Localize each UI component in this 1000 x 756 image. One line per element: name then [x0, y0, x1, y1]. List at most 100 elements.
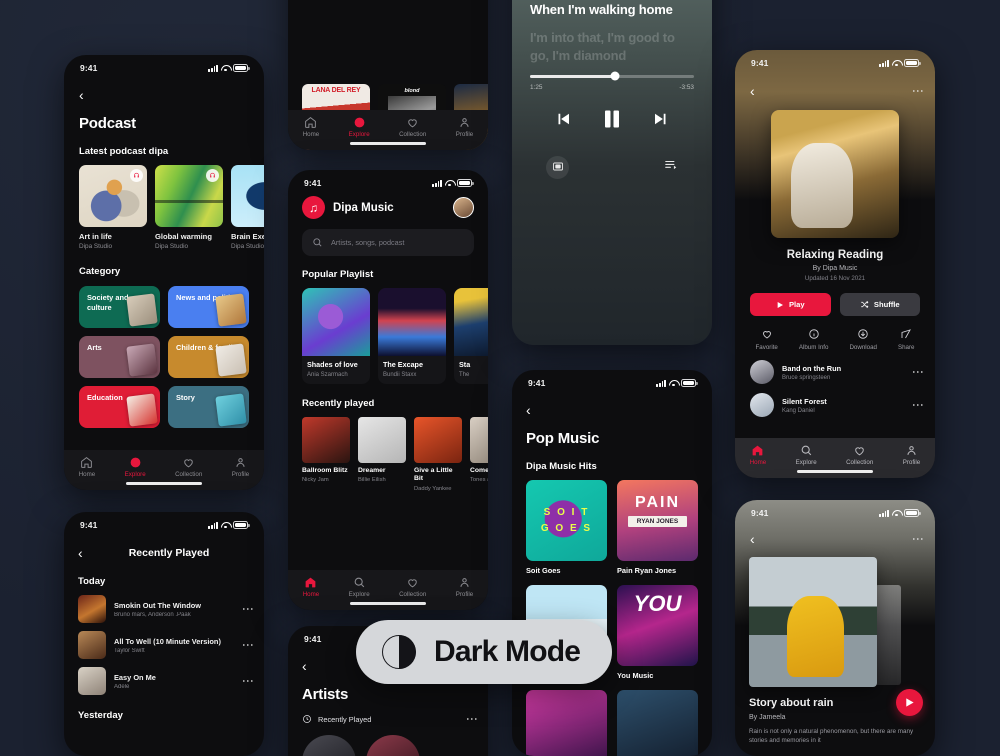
podcast-card[interactable]: Global warming Dipa Studio — [155, 165, 223, 250]
action-favorite[interactable]: Favorite — [756, 328, 778, 351]
avatar[interactable] — [453, 197, 474, 218]
more-options-icon[interactable]: ⋮ — [911, 533, 925, 545]
search-input[interactable]: Artists, songs, podcast — [302, 229, 474, 256]
more-options-icon[interactable]: ⋮ — [465, 713, 479, 725]
tab-explore[interactable]: Explore — [349, 116, 370, 138]
wifi-icon — [892, 60, 901, 67]
category-label: Arts — [87, 343, 102, 353]
tab-explore[interactable]: Explore — [125, 456, 146, 478]
recent-name: Dreamer — [358, 466, 386, 474]
queue-button[interactable] — [664, 158, 678, 177]
recent-artwork — [302, 416, 350, 463]
category-education[interactable]: Education — [79, 386, 160, 429]
pop-card[interactable]: Pain Ryan Jones — [617, 480, 698, 575]
wifi-icon — [669, 380, 678, 387]
wifi-icon — [892, 510, 901, 517]
pop-card[interactable]: You Music — [617, 585, 698, 680]
tab-explore[interactable]: Explore — [796, 444, 817, 466]
playlist-card[interactable]: Sta The — [454, 288, 488, 384]
podcast-studio: Dipa Studio — [231, 243, 264, 251]
tab-label: Collection — [175, 471, 203, 478]
tab-label: Profile — [231, 471, 250, 478]
category-story[interactable]: Story — [168, 386, 249, 429]
artist-avatar[interactable] — [302, 735, 356, 756]
more-options-icon[interactable]: ⋮ — [241, 639, 255, 651]
song-row[interactable]: Silent Forest Kang Daniel ⋮ — [750, 393, 925, 417]
category-society-and-culture[interactable]: Society and culture — [79, 286, 160, 329]
back-button[interactable]: ‹ — [526, 402, 531, 418]
recently-played-filter[interactable]: Recently Played ⋮ — [302, 713, 479, 725]
playlist-name: The Excape — [383, 360, 423, 369]
tab-collection[interactable]: Collection — [846, 444, 873, 466]
recent-card[interactable]: Dreamer Billie Eilish — [358, 416, 406, 492]
album-updated: Updated 16 Nov 2021 — [804, 275, 866, 282]
recent-card[interactable]: Come Dancin Tones a — [470, 416, 488, 492]
pop-card[interactable]: Soit Goes — [526, 480, 607, 575]
cellular-signal-icon — [879, 509, 889, 517]
tab-profile[interactable]: Profile — [231, 456, 250, 478]
playback-controls — [512, 107, 712, 136]
more-options-icon[interactable]: ⋮ — [241, 603, 255, 615]
podcast-card[interactable]: Brain Exer Dipa Studio — [231, 165, 264, 250]
recent-card[interactable]: Give a Little Bit Daddy Yankee — [414, 416, 462, 492]
album-artwork — [771, 110, 899, 238]
action-row: Favorite Album Info Download Share — [735, 328, 935, 351]
more-options-icon[interactable]: ⋮ — [241, 675, 255, 687]
page-title: Recently Played — [128, 547, 210, 559]
previous-track-button[interactable] — [554, 110, 572, 133]
compass-icon — [354, 117, 365, 128]
tab-profile[interactable]: Profile — [903, 444, 920, 466]
more-options-icon[interactable]: ⋮ — [911, 85, 925, 97]
back-button[interactable]: ‹ — [750, 84, 764, 98]
song-row[interactable]: Band on the Run Bruce springsteen ⋮ — [750, 360, 925, 384]
airplay-button[interactable] — [546, 155, 569, 179]
more-options-icon[interactable]: ⋮ — [911, 366, 925, 378]
artist-avatar[interactable] — [366, 735, 420, 756]
tab-profile[interactable]: Profile — [456, 116, 473, 138]
progress-knob[interactable] — [610, 71, 620, 81]
category-arts[interactable]: Arts — [79, 336, 160, 379]
battery-icon — [681, 379, 698, 387]
headphone-badge-icon — [130, 169, 143, 182]
pause-button[interactable] — [600, 107, 624, 136]
recent-card[interactable]: Ballroom Blitz Nicky Jam — [302, 416, 350, 492]
more-options-icon[interactable]: ⋮ — [911, 399, 925, 411]
tab-profile[interactable]: Profile — [456, 576, 473, 598]
category-children-and-family[interactable]: Children & family — [168, 336, 249, 379]
tab-home[interactable]: Home — [303, 116, 319, 138]
play-fab-button[interactable] — [896, 688, 923, 716]
recent-card-list: Ballroom Blitz Nicky Jam Dreamer Billie … — [302, 416, 488, 492]
next-track-button[interactable] — [652, 110, 670, 133]
tab-collection[interactable]: Collection — [175, 456, 202, 478]
tab-collection[interactable]: Collection — [399, 576, 426, 598]
action-album-info[interactable]: Album Info — [799, 328, 828, 351]
song-row[interactable]: Easy On Me Adele ⋮ — [78, 667, 255, 695]
shuffle-button[interactable]: Shuffle — [839, 293, 920, 316]
back-button[interactable]: ‹ — [750, 532, 764, 546]
song-row[interactable]: All To Well (10 Minute Version) Taylor S… — [78, 631, 255, 659]
back-button[interactable]: ‹ — [78, 546, 92, 560]
action-download[interactable]: Download — [849, 328, 877, 351]
tab-home[interactable]: Home — [303, 576, 319, 598]
back-button[interactable]: ‹ — [79, 87, 84, 103]
category-news-and-politics[interactable]: News and politics — [168, 286, 249, 329]
song-row[interactable]: Smokin Out The Window Bruno mars, Anders… — [78, 595, 255, 623]
podcast-card[interactable]: Art in life Dipa Studio — [79, 165, 147, 250]
recent-artwork — [414, 416, 462, 463]
story-description: Rain is not only a natural phenomenon, b… — [749, 728, 914, 745]
tab-home[interactable]: Home — [750, 444, 766, 466]
tab-home[interactable]: Home — [79, 456, 95, 478]
playlist-name: Shades of love — [307, 360, 358, 369]
playlist-card[interactable]: The Excape Bundii Staxx — [378, 288, 446, 384]
back-button[interactable]: ‹ — [302, 658, 307, 674]
tab-collection[interactable]: Collection — [399, 116, 426, 138]
pop-card[interactable] — [617, 690, 698, 756]
page-title: Artists — [302, 686, 349, 703]
tab-explore[interactable]: Explore — [349, 576, 370, 598]
playlist-card[interactable]: Shades of love Ania Szarmach — [302, 288, 370, 384]
action-share[interactable]: Share — [898, 328, 914, 351]
progress-slider[interactable] — [530, 71, 694, 81]
pop-card[interactable] — [526, 690, 607, 756]
play-button[interactable]: Play — [750, 293, 831, 316]
song-artwork — [750, 360, 774, 384]
